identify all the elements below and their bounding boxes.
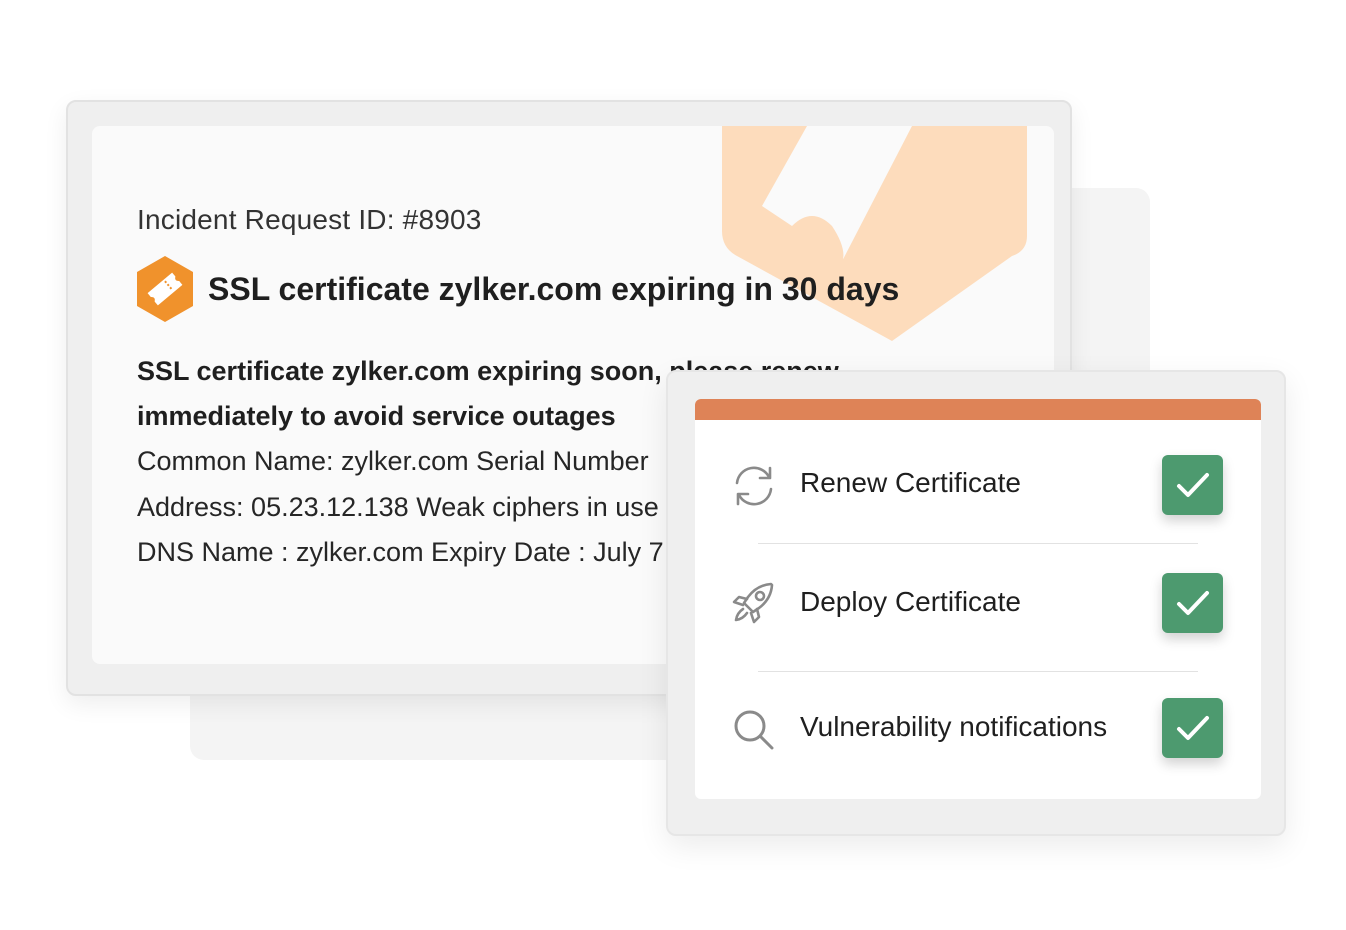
rocket-icon xyxy=(732,582,774,624)
actions-panel-frame: Renew Certificate Deploy Certificate Vul… xyxy=(666,370,1286,836)
action-label: Renew Certificate xyxy=(800,467,1021,498)
incident-request-id: Incident Request ID: #8903 xyxy=(137,204,482,235)
search-icon xyxy=(734,710,774,750)
action-label: Vulnerability notifications xyxy=(800,711,1108,742)
incident-title: SSL certificate zylker.com expiring in 3… xyxy=(208,270,900,307)
checkmark-icon xyxy=(1176,591,1209,615)
refresh-icon xyxy=(735,466,773,506)
ticket-badge-icon xyxy=(137,256,193,322)
deploy-certificate-checkbox[interactable] xyxy=(1162,573,1223,633)
action-label: Deploy Certificate xyxy=(800,586,1021,617)
actions-panel: Renew Certificate Deploy Certificate Vul… xyxy=(695,399,1261,799)
checkmark-icon xyxy=(1176,473,1209,497)
action-row-renew[interactable]: Renew Certificate xyxy=(695,425,1261,545)
action-row-deploy[interactable]: Deploy Certificate xyxy=(695,544,1261,664)
actions-panel-accent-bar xyxy=(695,399,1261,420)
incident-title-row: SSL certificate zylker.com expiring in 3… xyxy=(134,254,899,324)
renew-certificate-checkbox[interactable] xyxy=(1162,455,1223,515)
vulnerability-notifications-checkbox[interactable] xyxy=(1162,698,1223,758)
checkmark-icon xyxy=(1176,716,1209,740)
action-row-vulnerability[interactable]: Vulnerability notifications xyxy=(695,672,1261,792)
